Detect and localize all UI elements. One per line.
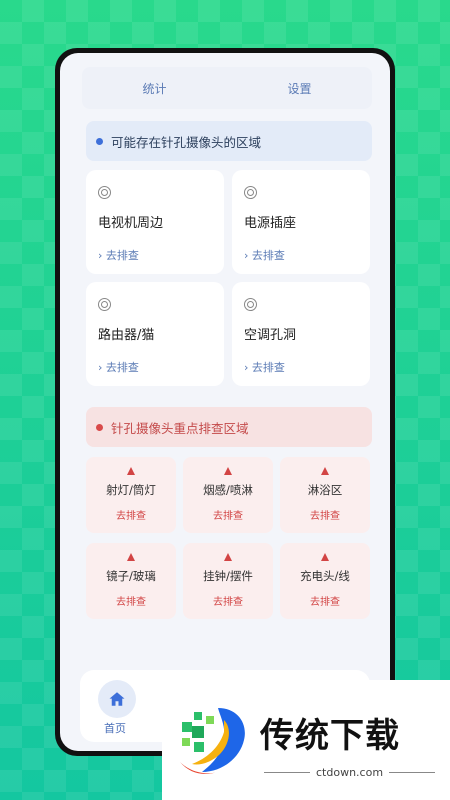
possible-areas-title: 可能存在针孔摄像头的区域: [111, 134, 262, 150]
key-card-title: 射灯/筒灯: [106, 483, 156, 497]
possible-areas-header: 可能存在针孔摄像头的区域: [86, 121, 372, 161]
key-areas-title: 针孔摄像头重点排查区域: [111, 420, 249, 436]
home-button[interactable]: [98, 680, 136, 718]
area-card-title: 电源插座: [244, 216, 297, 231]
bullet-dot-icon: [96, 423, 103, 431]
key-card-spotlight[interactable]: 射灯/筒灯 去排查: [86, 457, 176, 533]
bullet-dot-icon: [96, 137, 103, 145]
area-card-router[interactable]: 路由器/猫 › 去排查: [86, 282, 224, 386]
check-link[interactable]: 去排查: [310, 507, 340, 522]
area-card-tv[interactable]: 电视机周边 › 去排查: [86, 170, 224, 274]
divider: [264, 772, 310, 773]
warning-triangle-icon: [127, 553, 135, 561]
key-card-title: 挂钟/摆件: [203, 569, 253, 583]
check-link[interactable]: › 去排查: [98, 247, 212, 263]
key-areas-header: 针孔摄像头重点排查区域: [86, 407, 372, 447]
warning-triangle-icon: [224, 467, 232, 475]
key-card-charger[interactable]: 充电头/线 去排查: [280, 543, 370, 619]
app-screen: 统计 设置 可能存在针孔摄像头的区域 电视机周边 › 去排查 电源插座 › 去排…: [60, 53, 390, 751]
divider: [389, 772, 436, 773]
check-link[interactable]: 去排查: [116, 507, 146, 522]
key-card-title: 镜子/玻璃: [106, 569, 156, 583]
camera-lens-icon: [244, 298, 257, 311]
check-link[interactable]: › 去排查: [98, 359, 212, 375]
watermark-url: ctdown.com: [264, 766, 436, 779]
area-card-title: 空调孔洞: [244, 328, 297, 343]
warning-triangle-icon: [321, 553, 329, 561]
area-card-socket[interactable]: 电源插座 › 去排查: [232, 170, 370, 274]
tab-settings[interactable]: 设置: [227, 67, 372, 109]
watermark-url-text: ctdown.com: [316, 766, 384, 779]
area-card-title: 路由器/猫: [98, 328, 155, 343]
key-card-title: 充电头/线: [300, 569, 350, 583]
check-link[interactable]: 去排查: [213, 507, 243, 522]
home-icon: [109, 692, 125, 706]
warning-triangle-icon: [224, 553, 232, 561]
area-card-ac-hole[interactable]: 空调孔洞 › 去排查: [232, 282, 370, 386]
check-link[interactable]: 去排查: [310, 593, 340, 608]
warning-triangle-icon: [127, 467, 135, 475]
key-card-shower[interactable]: 淋浴区 去排查: [280, 457, 370, 533]
watermark-brand-text: 传统下载: [260, 716, 400, 756]
camera-lens-icon: [244, 186, 257, 199]
tab-statistics[interactable]: 统计: [82, 67, 227, 109]
check-link[interactable]: › 去排查: [244, 359, 358, 375]
top-tabs: 统计 设置: [82, 67, 372, 109]
home-label: 首页: [104, 722, 126, 735]
key-card-title: 淋浴区: [307, 483, 343, 497]
check-link[interactable]: 去排查: [116, 593, 146, 608]
phone-frame: 统计 设置 可能存在针孔摄像头的区域 电视机周边 › 去排查 电源插座 › 去排…: [55, 48, 395, 756]
check-link[interactable]: 去排查: [213, 593, 243, 608]
brand-logo-icon: [180, 708, 245, 774]
watermark-overlay: 传统下载 ctdown.com: [162, 680, 450, 800]
key-card-title: 烟感/喷淋: [203, 483, 253, 497]
key-card-smoke-sensor[interactable]: 烟感/喷淋 去排查: [183, 457, 273, 533]
check-link[interactable]: › 去排查: [244, 247, 358, 263]
warning-triangle-icon: [321, 467, 329, 475]
camera-lens-icon: [98, 186, 111, 199]
key-card-clock[interactable]: 挂钟/摆件 去排查: [183, 543, 273, 619]
camera-lens-icon: [98, 298, 111, 311]
key-card-mirror[interactable]: 镜子/玻璃 去排查: [86, 543, 176, 619]
area-card-title: 电视机周边: [98, 216, 164, 231]
